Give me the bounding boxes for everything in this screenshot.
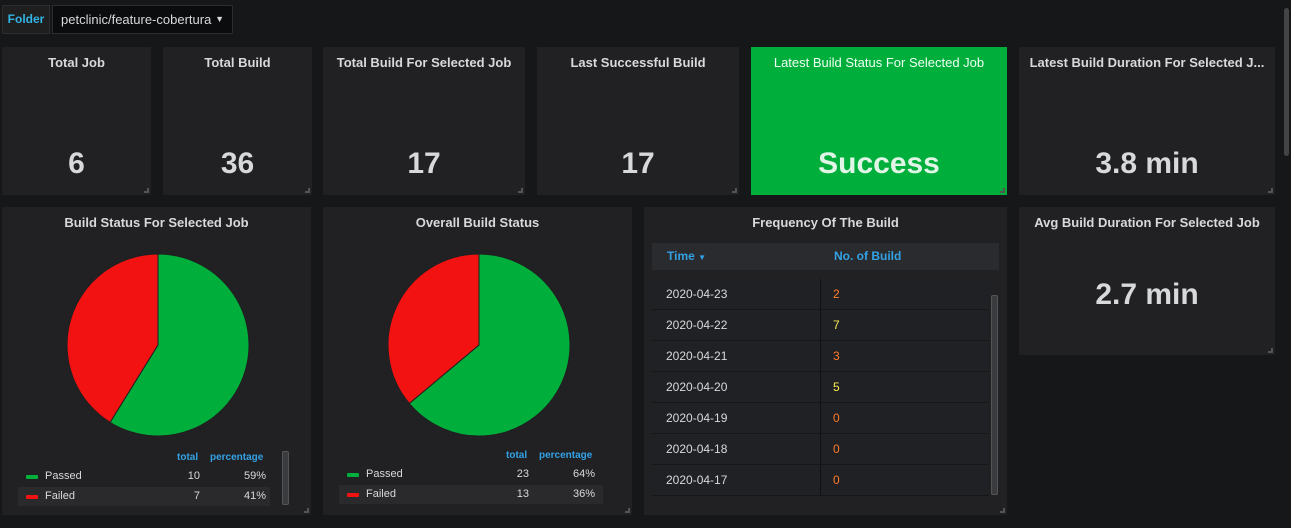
column-header-count[interactable]: No. of Build: [834, 243, 901, 270]
legend-percentage: 36%: [572, 488, 595, 500]
page-scrollbar-thumb[interactable]: [1284, 8, 1289, 156]
build-frequency-panel: Frequency Of The Build Time ▼ No. of Bui…: [644, 207, 1007, 515]
cell-count: 7: [820, 310, 840, 340]
legend-header-total[interactable]: total: [506, 450, 527, 461]
resize-handle-icon[interactable]: [732, 188, 737, 193]
cell-count: 0: [820, 465, 840, 495]
total-job-panel: Total Job 6: [2, 47, 151, 195]
panel-title[interactable]: Build Status For Selected Job: [2, 215, 311, 230]
stat-value: 6: [68, 147, 85, 180]
latest-build-duration-panel: Latest Build Duration For Selected J... …: [1019, 47, 1275, 195]
build-status-selected-job-panel: Build Status For Selected Job total perc…: [2, 207, 311, 515]
legend-name: Failed: [45, 490, 75, 502]
panel-title[interactable]: Overall Build Status: [323, 215, 632, 230]
cell-time: 2020-04-17: [666, 473, 728, 487]
panel-title[interactable]: Total Build: [163, 55, 312, 70]
legend-total: 13: [516, 488, 529, 500]
resize-handle-icon[interactable]: [1268, 188, 1273, 193]
legend-name: Failed: [366, 488, 396, 500]
panel-title[interactable]: Latest Build Duration For Selected J...: [1019, 55, 1275, 70]
stat-value: 36: [220, 147, 255, 180]
column-header-time[interactable]: Time ▼: [667, 243, 706, 271]
panel-title[interactable]: Total Job: [2, 55, 151, 70]
folder-dropdown-value: petclinic/feature-cobertura: [61, 12, 212, 27]
cell-time: 2020-04-21: [666, 349, 728, 363]
legend-scrollbar[interactable]: [282, 451, 289, 505]
cell-count: 0: [820, 434, 840, 464]
legend-swatch-icon: [347, 473, 359, 477]
cell-count: 5: [820, 372, 840, 402]
table-row[interactable]: 2020-04-23 2: [652, 279, 989, 310]
table-header: Time ▼ No. of Build: [652, 243, 999, 270]
total-build-selected-job-panel: Total Build For Selected Job 17: [323, 47, 525, 195]
resize-handle-icon[interactable]: [1000, 508, 1005, 513]
panel-title[interactable]: Avg Build Duration For Selected Job: [1019, 215, 1275, 230]
legend-row-failed[interactable]: Failed 7 41%: [18, 487, 270, 506]
legend-swatch-icon: [347, 493, 359, 497]
legend-swatch-icon: [26, 495, 38, 499]
resize-handle-icon[interactable]: [1000, 188, 1005, 193]
latest-build-status-panel: Latest Build Status For Selected Job Suc…: [751, 47, 1007, 195]
stat-value: 2.7 min: [1095, 278, 1199, 311]
table-row[interactable]: 2020-04-21 3: [652, 341, 989, 372]
resize-handle-icon[interactable]: [305, 188, 310, 193]
cell-count: 0: [820, 403, 840, 433]
stat-value: 17: [407, 147, 441, 180]
legend-row-passed[interactable]: Passed 23 64%: [339, 465, 603, 484]
pie-chart: [387, 253, 571, 437]
resize-handle-icon[interactable]: [1268, 348, 1273, 353]
folder-dropdown[interactable]: petclinic/feature-cobertura ▼: [52, 5, 233, 34]
cell-count: 2: [820, 279, 840, 309]
legend-header-percentage[interactable]: percentage: [210, 452, 263, 463]
table-row[interactable]: 2020-04-22 7: [652, 310, 989, 341]
resize-handle-icon[interactable]: [144, 188, 149, 193]
legend-header-percentage[interactable]: percentage: [539, 450, 592, 461]
cell-time: 2020-04-19: [666, 411, 728, 425]
cell-time: 2020-04-23: [666, 287, 728, 301]
legend-total: 10: [187, 470, 200, 482]
cell-time: 2020-04-22: [666, 318, 728, 332]
pie-chart: [66, 253, 250, 437]
table-row[interactable]: 2020-04-20 5: [652, 372, 989, 403]
panel-title[interactable]: Last Successful Build: [537, 55, 739, 70]
folder-label: Folder: [2, 5, 50, 34]
legend-total: 23: [516, 468, 529, 480]
caret-down-icon: ▼: [215, 14, 224, 24]
legend-percentage: 59%: [243, 470, 266, 482]
status-value: Success: [818, 147, 940, 180]
stat-value: 17: [621, 147, 655, 180]
overall-build-status-panel: Overall Build Status total percentage Pa…: [323, 207, 632, 515]
panel-title[interactable]: Frequency Of The Build: [644, 215, 1007, 230]
legend-swatch-icon: [26, 475, 38, 479]
panel-title[interactable]: Total Build For Selected Job: [323, 55, 525, 70]
resize-handle-icon[interactable]: [625, 508, 630, 513]
legend-total: 7: [193, 490, 200, 502]
stat-value: 3.8 min: [1095, 147, 1199, 180]
last-successful-build-panel: Last Successful Build 17: [537, 47, 739, 195]
legend-row-failed[interactable]: Failed 13 36%: [339, 485, 603, 504]
cell-time: 2020-04-20: [666, 380, 728, 394]
table-row[interactable]: 2020-04-18 0: [652, 434, 989, 465]
legend-name: Passed: [45, 470, 82, 482]
avg-build-duration-panel: Avg Build Duration For Selected Job 2.7 …: [1019, 207, 1275, 355]
legend-row-passed[interactable]: Passed 10 59%: [18, 467, 270, 486]
page-scrollbar[interactable]: [1281, 0, 1291, 528]
sort-desc-icon: ▼: [698, 253, 707, 262]
table-row[interactable]: 2020-04-19 0: [652, 403, 989, 434]
resize-handle-icon[interactable]: [304, 508, 309, 513]
total-build-panel: Total Build 36: [163, 47, 312, 195]
cell-time: 2020-04-18: [666, 442, 728, 456]
cell-count: 3: [820, 341, 840, 371]
legend-percentage: 41%: [243, 490, 266, 502]
panel-title[interactable]: Latest Build Status For Selected Job: [751, 55, 1007, 70]
table-scrollbar[interactable]: [991, 295, 998, 495]
table-row[interactable]: 2020-04-17 0: [652, 465, 989, 496]
legend-name: Passed: [366, 468, 403, 480]
legend-header-total[interactable]: total: [177, 452, 198, 463]
resize-handle-icon[interactable]: [518, 188, 523, 193]
legend-percentage: 64%: [572, 468, 595, 480]
